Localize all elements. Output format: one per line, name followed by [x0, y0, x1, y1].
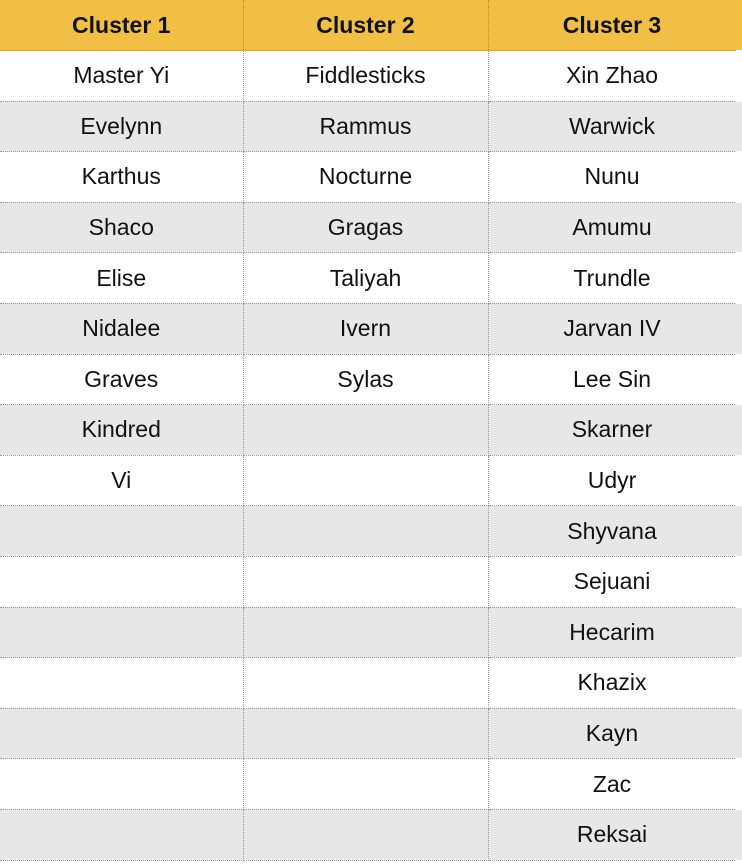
- cluster-3-cell: Warwick: [488, 101, 737, 153]
- cluster-2-cell: [243, 404, 489, 456]
- table-row: Nidalee Ivern Jarvan IV: [0, 303, 737, 355]
- cluster-1-cell: Graves: [0, 354, 244, 406]
- table-row: Shaco Gragas Amumu: [0, 202, 737, 254]
- cluster-2-cell: [243, 809, 489, 861]
- cluster-3-cell: Reksai: [488, 809, 737, 861]
- cluster-1-cell: [0, 607, 244, 659]
- cluster-table: Cluster 1 Cluster 2 Cluster 3 Master Yi F…: [0, 0, 737, 861]
- table-row: Karthus Nocturne Nunu: [0, 151, 737, 203]
- cluster-3-cell: Khazix: [488, 657, 737, 709]
- table-row: Khazix: [0, 657, 737, 709]
- cluster-3-cell: Hecarim: [488, 607, 737, 659]
- table-row: Sejuani: [0, 556, 737, 608]
- cluster-2-cell: [243, 455, 489, 507]
- cluster-1-cell: [0, 708, 244, 760]
- edge-stripe-band: [736, 304, 742, 354]
- table-row: Graves Sylas Lee Sin: [0, 354, 737, 406]
- cluster-1-cell: [0, 758, 244, 810]
- cluster-3-cell: Udyr: [488, 455, 737, 507]
- edge-stripe-band: [736, 810, 742, 860]
- cluster-1-cell: Nidalee: [0, 303, 244, 355]
- edge-stripe-band: [736, 405, 742, 455]
- cluster-2-cell: Sylas: [243, 354, 489, 406]
- table-row: Evelynn Rammus Warwick: [0, 101, 737, 153]
- cluster-3-cell: Shyvana: [488, 505, 737, 557]
- cluster-1-cell: [0, 556, 244, 608]
- cluster-2-cell: [243, 505, 489, 557]
- column-header-cluster-2: Cluster 2: [243, 0, 489, 51]
- edge-stripe-band: [736, 101, 742, 152]
- cluster-2-cell: [243, 556, 489, 608]
- edge-stripe-band: [736, 202, 742, 253]
- cluster-1-cell: [0, 657, 244, 709]
- edge-header-band: [736, 0, 742, 50]
- header-row: Cluster 1 Cluster 2 Cluster 3: [0, 0, 737, 51]
- cluster-2-cell: [243, 758, 489, 810]
- edge-stripe-band: [736, 506, 742, 556]
- cluster-1-cell: Kindred: [0, 404, 244, 456]
- cluster-table-sheet: Cluster 1 Cluster 2 Cluster 3 Master Yi F…: [0, 0, 742, 866]
- table-row: Master Yi Fiddlesticks Xin Zhao: [0, 50, 737, 102]
- cluster-3-cell: Jarvan IV: [488, 303, 737, 355]
- cluster-3-cell: Amumu: [488, 202, 737, 254]
- cluster-1-cell: Elise: [0, 252, 244, 304]
- cluster-2-cell: [243, 657, 489, 709]
- table-row: Zac: [0, 758, 737, 810]
- cluster-3-cell: Zac: [488, 758, 737, 810]
- column-header-cluster-1: Cluster 1: [0, 0, 244, 51]
- right-edge-strip: [736, 0, 742, 866]
- cluster-2-cell: Nocturne: [243, 151, 489, 203]
- cluster-1-cell: Vi: [0, 455, 244, 507]
- cluster-2-cell: Gragas: [243, 202, 489, 254]
- table-row: Kayn: [0, 708, 737, 760]
- table-body: Master Yi Fiddlesticks Xin Zhao Evelynn Ramm…: [0, 50, 737, 861]
- cluster-2-cell: [243, 607, 489, 659]
- cluster-1-cell: Master Yi: [0, 50, 244, 102]
- edge-stripe-band: [736, 607, 742, 658]
- cluster-1-cell: [0, 505, 244, 557]
- cluster-3-cell: Trundle: [488, 252, 737, 304]
- table-row: Shyvana: [0, 505, 737, 557]
- table-header: Cluster 1 Cluster 2 Cluster 3: [0, 0, 737, 51]
- cluster-2-cell: Rammus: [243, 101, 489, 153]
- table-row: Vi Udyr: [0, 455, 737, 507]
- cluster-1-cell: Karthus: [0, 151, 244, 203]
- cluster-2-cell: [243, 708, 489, 760]
- cluster-3-cell: Xin Zhao: [488, 50, 737, 102]
- table-row: Hecarim: [0, 607, 737, 659]
- table-row: Reksai: [0, 809, 737, 861]
- cluster-1-cell: Evelynn: [0, 101, 244, 153]
- cluster-2-cell: Fiddlesticks: [243, 50, 489, 102]
- edge-stripe-band: [736, 708, 742, 759]
- cluster-3-cell: Sejuani: [488, 556, 737, 608]
- column-header-cluster-3: Cluster 3: [488, 0, 737, 51]
- table-row: Elise Taliyah Trundle: [0, 252, 737, 304]
- cluster-3-cell: Skarner: [488, 404, 737, 456]
- cluster-2-cell: Ivern: [243, 303, 489, 355]
- cluster-2-cell: Taliyah: [243, 252, 489, 304]
- cluster-1-cell: Shaco: [0, 202, 244, 254]
- cluster-3-cell: Kayn: [488, 708, 737, 760]
- cluster-3-cell: Nunu: [488, 151, 737, 203]
- cluster-3-cell: Lee Sin: [488, 354, 737, 406]
- cluster-1-cell: [0, 809, 244, 861]
- table-row: Kindred Skarner: [0, 404, 737, 456]
